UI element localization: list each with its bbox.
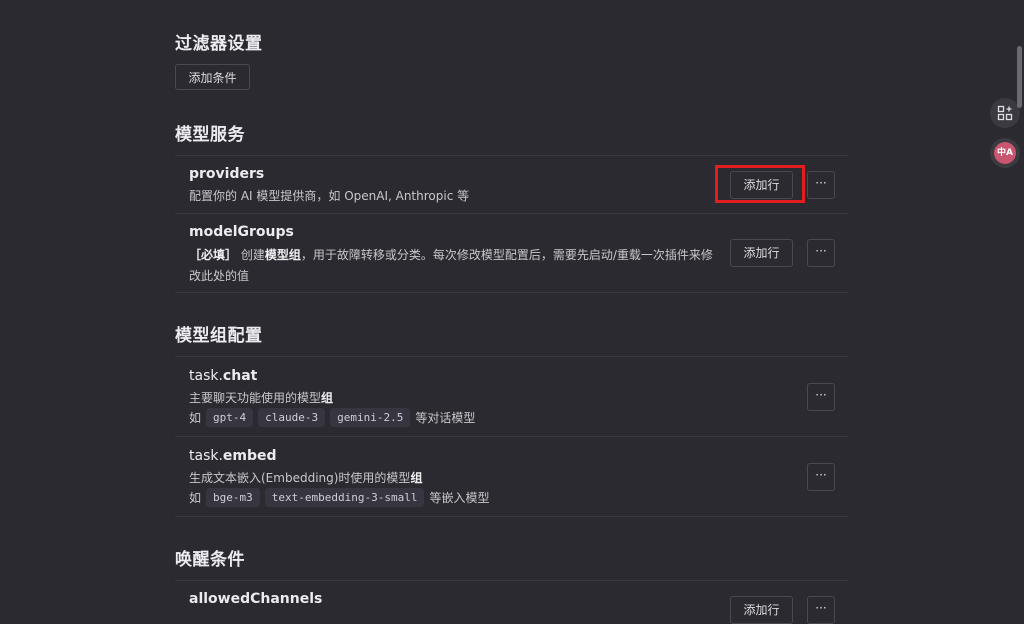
example-suffix: 等嵌入模型 <box>429 491 490 505</box>
allowed-channels-more-button[interactable]: ··· <box>807 596 835 624</box>
providers-label: providers <box>189 166 265 182</box>
desc-text: 创建 <box>237 248 265 262</box>
desc-text: ，用于故障转移或分类。每次修改模型配置后，需要先启动/重载一次插件来修 <box>300 248 713 262</box>
example-code: text-embedding-3-small <box>264 488 425 507</box>
example-code: gpt-4 <box>206 408 254 427</box>
providers-more-button[interactable]: ··· <box>807 171 835 199</box>
example-prefix: 如 <box>189 411 202 425</box>
task-embed-description: 生成文本嵌入(Embedding)时使用的模型组 <box>189 468 422 489</box>
example-code: bge-m3 <box>206 488 260 507</box>
translate-icon[interactable]: 中A <box>990 138 1020 168</box>
example-code: claude-3 <box>258 408 326 427</box>
scrollbar[interactable] <box>1017 46 1022 108</box>
divider <box>175 292 848 293</box>
desc-text: 主要聊天功能使用的模型 <box>189 391 322 405</box>
task-chat-examples: 如 gpt-4 claude-3 gemini-2.5 等对话模型 <box>189 408 475 427</box>
task-prefix: task. <box>189 368 223 384</box>
desc-text: 改此处的值 <box>189 269 250 283</box>
desc-bold: 组 <box>321 391 334 405</box>
section-title-wake: 唤醒条件 <box>175 550 245 570</box>
allowed-channels-add-row-button[interactable]: 添加行 <box>730 596 793 624</box>
task-chat-more-button[interactable]: ··· <box>807 383 835 411</box>
desc-bold: 组 <box>410 471 423 485</box>
allowed-channels-row: allowedChannels 添加行 ··· <box>175 580 848 624</box>
section-title-filter: 过滤器设置 <box>175 34 263 54</box>
section-title-group-config: 模型组配置 <box>175 326 263 346</box>
section-title-model-service: 模型服务 <box>175 125 245 145</box>
task-embed-row: task.embed 生成文本嵌入(Embedding)时使用的模型组 如 bg… <box>175 436 848 516</box>
desc-bold: 模型组 <box>264 248 301 262</box>
task-name: embed <box>222 448 277 464</box>
example-prefix: 如 <box>189 491 202 505</box>
modelgroups-row: modelGroups ［必填］ 创建模型组，用于故障转移或分类。每次修改模型配… <box>175 213 848 292</box>
providers-description: 配置你的 AI 模型提供商，如 OpenAI, Anthropic 等 <box>189 189 470 203</box>
task-chat-label: task.chat <box>189 368 257 384</box>
grid-plus-icon[interactable] <box>990 98 1020 128</box>
task-chat-row: task.chat 主要聊天功能使用的模型组 如 gpt-4 claude-3 … <box>175 356 848 436</box>
task-embed-label: task.embed <box>189 448 277 464</box>
task-name: chat <box>222 368 258 384</box>
modelgroups-label: modelGroups <box>189 224 294 240</box>
task-chat-description: 主要聊天功能使用的模型组 <box>189 388 333 409</box>
task-prefix: task. <box>189 448 223 464</box>
allowed-channels-label: allowedChannels <box>189 591 323 607</box>
desc-text: 生成文本嵌入(Embedding)时使用的模型 <box>189 471 411 485</box>
highlight-box <box>715 165 805 203</box>
required-tag: ［必填］ <box>189 248 238 262</box>
divider <box>175 516 848 517</box>
task-embed-more-button[interactable]: ··· <box>807 463 835 491</box>
task-embed-examples: 如 bge-m3 text-embedding-3-small 等嵌入模型 <box>189 488 489 507</box>
example-code: gemini-2.5 <box>330 408 411 427</box>
modelgroups-description: ［必填］ 创建模型组，用于故障转移或分类。每次修改模型配置后，需要先启动/重载一… <box>189 245 729 287</box>
add-condition-button[interactable]: 添加条件 <box>175 64 250 90</box>
example-suffix: 等对话模型 <box>415 411 476 425</box>
grid-plus-icon-svg <box>997 105 1013 121</box>
modelgroups-more-button[interactable]: ··· <box>807 239 835 267</box>
modelgroups-add-row-button[interactable]: 添加行 <box>730 239 793 267</box>
translate-badge: 中A <box>994 142 1016 164</box>
